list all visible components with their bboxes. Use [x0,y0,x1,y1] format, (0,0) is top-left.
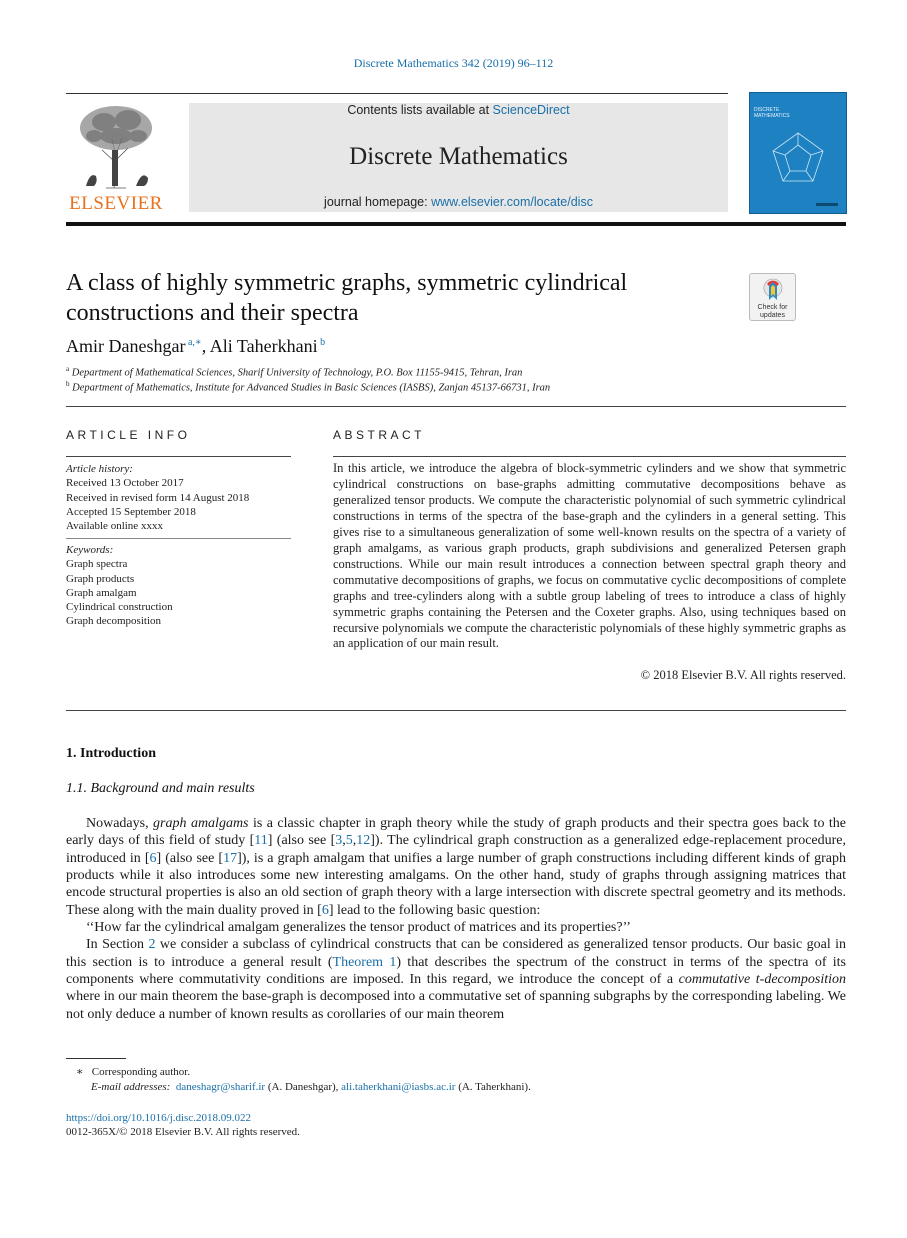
citation-link[interactable]: 12 [356,833,370,848]
affiliation-text: Department of Mathematics, Institute for… [72,382,551,394]
text-run: ] (also see [ [156,850,224,866]
paragraph: In Section 2 we consider a subclass of c… [66,936,846,1023]
paragraph: Nowadays, graph amalgams is a classic ch… [66,815,846,919]
email-link[interactable]: ali.taherkhani@iasbs.ac.ir [341,1081,455,1093]
corresponding-label: Corresponding author. [91,1066,191,1078]
affiliation-mark: b [66,380,70,388]
crossmark-line1: Check for [757,304,788,311]
title-line-1: A class of highly symmetric graphs, symm… [66,270,628,296]
corresponding-author-note: ∗ Corresponding author. [76,1065,190,1078]
journal-homepage-link[interactable]: www.elsevier.com/locate/disc [431,195,593,209]
crossmark-label: Check for updates [750,304,795,320]
doi-link[interactable]: https://doi.org/10.1016/j.disc.2018.09.0… [66,1112,251,1124]
masthead-bottom-rule [66,222,846,226]
email-owner: (A. Taherkhani). [455,1081,531,1093]
history-item: Received in revised form 14 August 2018 [66,491,250,504]
keyword-item: Graph amalgam [66,586,137,599]
email-label: E-mail addresses: [91,1081,171,1093]
author-affiliation-marker[interactable]: a,∗ [188,337,202,348]
abstract-copyright: © 2018 Elsevier B.V. All rights reserved… [640,668,846,682]
affiliation-mark: a [66,365,70,373]
affiliation: b Department of Mathematics, Institute f… [66,380,550,394]
masthead-top-rule [66,93,728,94]
article-title: A class of highly symmetric graphs, symm… [66,268,726,328]
elsevier-wordmark: ELSEVIER [69,193,163,214]
body-text: Nowadays, graph amalgams is a classic ch… [66,815,846,1023]
article-history: Article history: Received 13 October 201… [66,462,291,533]
keywords: Keywords: Graph spectra Graph products G… [66,543,291,629]
issn-line: 0012-365X/© 2018 Elsevier B.V. All right… [66,1126,300,1138]
text-run: where in our main theorem the base-graph… [66,989,846,1022]
text-run: In Section [86,937,149,953]
text-run: ] (also see [ [267,833,336,849]
email-addresses-note: E-mail addresses: daneshagr@sharif.ir (A… [91,1081,531,1093]
crossmark-icon [763,278,783,300]
keywords-label: Keywords: [66,544,114,556]
homepage-prefix: journal homepage: [324,195,432,209]
author-affiliation-marker[interactable]: b [320,337,325,348]
cover-title: DISCRETE MATHEMATICS [754,107,790,119]
history-item: Available online xxxx [66,520,163,533]
cover-publisher-mark [816,203,838,206]
footnote-rule [66,1058,126,1059]
history-item: Received 13 October 2017 [66,477,184,490]
citation-link[interactable]: 5 [346,833,353,848]
affiliation: a Department of Mathematical Sciences, S… [66,365,522,379]
author-name: Amir Daneshgar [66,336,186,356]
citation-link[interactable]: 6 [150,851,157,866]
tree-icon [66,100,166,190]
homepage-line: journal homepage: www.elsevier.com/locat… [189,195,728,209]
article-info-rule [66,456,291,457]
section-heading: 1. Introduction [66,746,156,761]
journal-name: Discrete Mathematics [349,143,568,170]
subsection-heading: 1.1. Background and main results [66,781,255,796]
article-info-heading: ARTICLE INFO [66,428,191,442]
abstract-rule [333,456,846,457]
history-item: Accepted 15 September 2018 [66,505,196,518]
header-divider [66,406,846,407]
footnote-star: ∗ [76,1066,84,1078]
keywords-rule [66,538,291,539]
citation-link[interactable]: 6 [322,903,329,918]
keyword-item: Graph decomposition [66,615,162,628]
author-separator: , [201,336,210,356]
emphasis: commutative t-decomposition [678,972,846,988]
keyword-item: Cylindrical construction [66,601,173,614]
paragraph-quote: ‘‘How far the cylindrical amalgam genera… [86,920,631,936]
author-list: Amir Daneshgar a,∗, Ali Taherkhani b [66,336,325,357]
article-history-label: Article history: [66,463,133,475]
citation-link[interactable]: 17 [223,851,237,866]
sciencedirect-link[interactable]: ScienceDirect [493,103,570,117]
keyword-item: Graph spectra [66,558,128,571]
running-head-citation[interactable]: Discrete Mathematics 342 (2019) 96–112 [0,56,907,71]
abstract-bottom-rule [66,710,846,711]
affiliation-text: Department of Mathematical Sciences, Sha… [71,367,523,379]
text-run: ] lead to the following basic question: [328,902,541,918]
keyword-item: Graph products [66,572,135,585]
crossmark-line2: updates [760,312,785,319]
title-line-2: constructions and their spectra [66,300,359,326]
theorem-link[interactable]: Theorem 1 [333,955,397,970]
contents-prefix: Contents lists available at [347,103,493,117]
text-run: Nowadays, [86,816,154,831]
contents-line: Contents lists available at ScienceDirec… [189,103,728,117]
email-link[interactable]: daneshagr@sharif.ir [176,1081,265,1093]
check-for-updates-button[interactable]: Check for updates [749,273,796,321]
citation-link[interactable]: 11 [254,833,267,848]
emphasis: graph amalgams [153,816,249,831]
abstract-heading: ABSTRACT [333,428,426,442]
cover-title-line2: MATHEMATICS [754,113,790,119]
email-owner: (A. Daneshgar), [265,1081,342,1093]
abstract-body: In this article, we introduce the algebr… [333,461,846,651]
author-name: Ali Taherkhani [209,336,318,356]
petersen-graph-icon [772,132,824,182]
journal-cover[interactable]: DISCRETE MATHEMATICS [749,92,847,214]
